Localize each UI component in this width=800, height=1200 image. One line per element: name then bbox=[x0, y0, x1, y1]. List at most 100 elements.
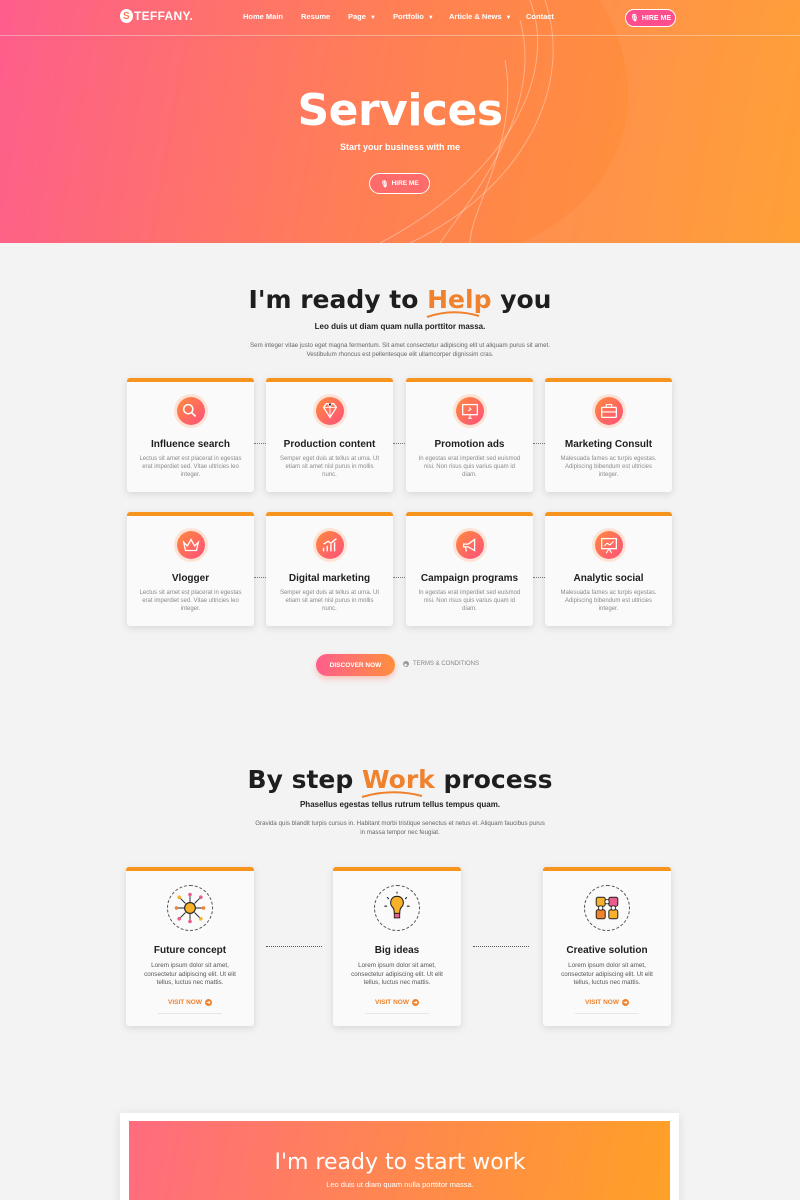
process-subtitle: Phasellus egestas tellus rutrum tellus t… bbox=[299, 800, 501, 809]
terms-label: TERMS & CONDITIONS bbox=[413, 661, 480, 667]
service-card-description: In egestas erat imperdiet sed euismod ni… bbox=[418, 456, 521, 479]
service-card-title: Campaign programs bbox=[420, 573, 519, 584]
service-card-title: Digital marketing bbox=[288, 573, 371, 584]
process-card: Creative solution Lorem ipsum dolor sit a… bbox=[543, 867, 671, 1026]
hire-me-label: HIRE ME bbox=[391, 180, 419, 187]
nav-item-article-news[interactable]: Article & News ▼ bbox=[449, 12, 511, 21]
divider bbox=[575, 1013, 639, 1014]
process-card: Big ideas Lorem ipsum dolor sit amet, con… bbox=[333, 867, 461, 1026]
hero-subtitle: Start your business with me bbox=[339, 142, 461, 152]
arrow-right-icon: ➜ bbox=[204, 999, 212, 1006]
search-icon bbox=[177, 397, 205, 425]
nav-item-label: Resume bbox=[301, 12, 331, 21]
process-card-title: Creative solution bbox=[566, 945, 648, 956]
service-card-title: Production content bbox=[283, 439, 376, 450]
nav-item-label: Portfolio bbox=[393, 12, 424, 21]
visit-now-link[interactable]: VISIT NOW ➜ bbox=[363, 999, 431, 1006]
nav-item-label: Page bbox=[348, 12, 366, 21]
service-card-description: Semper eget duis at tellus at urna. Ut e… bbox=[279, 590, 380, 613]
nav-item-portfolio[interactable]: Portfolio ▼ bbox=[393, 12, 434, 21]
step-connector bbox=[266, 946, 322, 947]
briefcase-icon bbox=[595, 397, 623, 425]
divider bbox=[158, 1013, 222, 1014]
service-card-description: In egestas erat imperdiet sed euismod ni… bbox=[418, 590, 521, 613]
process-card-title: Future concept bbox=[153, 945, 227, 956]
nav-item-label: Home Main bbox=[243, 12, 284, 21]
monitor-icon bbox=[456, 397, 484, 425]
heading-text: By step bbox=[247, 765, 354, 794]
page-title: Services bbox=[297, 85, 503, 136]
service-card-title: Influence search bbox=[151, 439, 230, 450]
visit-now-link[interactable]: VISIT NOW ➜ bbox=[156, 999, 224, 1006]
nav-item-contact[interactable]: Contact bbox=[526, 12, 554, 21]
puzzle-icon bbox=[584, 885, 630, 931]
hero-banner: S TEFFANY. Home Main Resume Page ▼ Portfo… bbox=[0, 0, 800, 243]
nav-item-label: Article & News bbox=[449, 12, 502, 21]
service-card-description: Malesuada fames ac turpis egestas. Adipi… bbox=[560, 456, 657, 479]
hire-me-nav-button[interactable]: 🎙 HIRE ME bbox=[625, 9, 676, 27]
diamond-icon bbox=[316, 397, 344, 425]
arrow-right-icon: ➜ bbox=[621, 999, 629, 1006]
underline-swoosh-icon bbox=[426, 311, 480, 318]
crown-icon bbox=[177, 531, 205, 559]
top-nav: S TEFFANY. Home Main Resume Page ▼ Portfo… bbox=[0, 0, 800, 36]
step-connector bbox=[473, 946, 529, 947]
site-logo[interactable]: S TEFFANY. bbox=[120, 9, 193, 23]
nav-item-home-main[interactable]: Home Main bbox=[243, 12, 283, 21]
heading-text: you bbox=[500, 285, 552, 314]
process-card-title: Big ideas bbox=[374, 945, 420, 956]
chevron-down-icon: ▼ bbox=[427, 15, 434, 21]
nav-item-resume[interactable]: Resume bbox=[301, 12, 330, 21]
cta-subtitle: Leo duis ut diam quam nulla porttitor ma… bbox=[326, 1180, 474, 1189]
service-card-title: Promotion ads bbox=[434, 439, 505, 450]
service-card[interactable]: Digital marketing Semper eget duis at tel… bbox=[266, 512, 393, 626]
service-card[interactable]: Marketing Consult Malesuada fames ac turp… bbox=[545, 378, 672, 492]
lightbulb-icon bbox=[374, 885, 420, 931]
heading-text: process bbox=[443, 765, 553, 794]
visit-now-link[interactable]: VISIT NOW ➜ bbox=[573, 999, 641, 1006]
presentation-icon bbox=[595, 531, 623, 559]
hire-me-hero-button[interactable]: 🎙 HIRE ME bbox=[369, 173, 430, 194]
terms-link[interactable]: ▶ TERMS & CONDITIONS bbox=[403, 661, 479, 667]
chevron-down-icon: ▼ bbox=[369, 15, 376, 21]
heading-highlight: Work bbox=[361, 765, 435, 798]
logo-mark: S bbox=[120, 9, 133, 23]
cta-title: I'm ready to start work bbox=[274, 1150, 526, 1175]
nav-item-page[interactable]: Page ▼ bbox=[348, 12, 376, 21]
service-card[interactable]: Influence search Lectus sit amet est plac… bbox=[127, 378, 254, 492]
process-description: Gravida quis blandit turpis cursus in. H… bbox=[255, 820, 545, 836]
chevron-down-icon: ▼ bbox=[505, 15, 512, 21]
visit-now-label: VISIT NOW bbox=[168, 999, 202, 1006]
service-card-title: Vlogger bbox=[171, 573, 210, 584]
service-card-description: Malesuada fames ac turpis egestas. Adipi… bbox=[560, 590, 657, 613]
services-subtitle: Leo duis ut diam quam nulla porttitor ma… bbox=[314, 322, 486, 331]
service-card[interactable]: Vlogger Lectus sit amet est placerat in e… bbox=[127, 512, 254, 626]
heading-text: I'm ready to bbox=[248, 285, 419, 314]
megaphone-icon bbox=[456, 531, 484, 559]
service-card[interactable]: Analytic social Malesuada fames ac turpis… bbox=[545, 512, 672, 626]
discover-now-button[interactable]: DISCOVER NOW bbox=[316, 654, 395, 676]
process-heading: By step Work process bbox=[0, 765, 800, 798]
process-card-description: Lorem ipsum dolor sit amet, consectetur … bbox=[561, 962, 653, 986]
service-card-title: Analytic social bbox=[573, 573, 644, 584]
logo-text: TEFFANY. bbox=[134, 9, 194, 23]
growth-chart-icon bbox=[316, 531, 344, 559]
brain-network-icon bbox=[167, 885, 213, 931]
process-card-description: Lorem ipsum dolor sit amet, consectetur … bbox=[144, 962, 236, 986]
underline-swoosh-icon bbox=[361, 791, 423, 798]
process-card: Future concept Lorem ipsum dolor sit amet… bbox=[126, 867, 254, 1026]
service-card[interactable]: Production content Semper eget duis at te… bbox=[266, 378, 393, 492]
visit-now-label: VISIT NOW bbox=[375, 999, 409, 1006]
microphone-icon: 🎙 bbox=[380, 180, 389, 188]
nav-item-label: Contact bbox=[526, 12, 554, 21]
service-card[interactable]: Campaign programs In egestas erat imperdi… bbox=[406, 512, 533, 626]
heading-highlight: Help bbox=[426, 285, 491, 318]
card-connector bbox=[393, 443, 407, 444]
microphone-icon: 🎙 bbox=[629, 15, 639, 22]
service-card[interactable]: Promotion ads In egestas erat imperdiet s… bbox=[406, 378, 533, 492]
divider bbox=[365, 1013, 429, 1014]
service-card-title: Marketing Consult bbox=[564, 439, 653, 450]
arrow-right-icon: ➜ bbox=[411, 999, 419, 1006]
service-card-description: Lectus sit amet est placerat in egestas … bbox=[139, 590, 242, 613]
hire-me-label: HIRE ME bbox=[641, 14, 672, 22]
